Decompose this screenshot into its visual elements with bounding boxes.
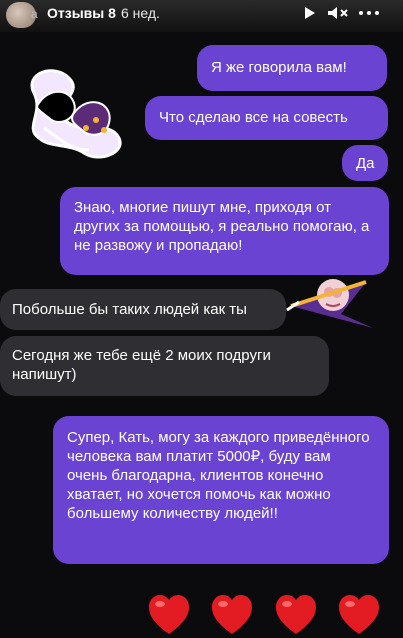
story-time: 6 нед.	[121, 5, 160, 21]
flag-sticker	[286, 279, 373, 328]
message-bubble-6: Сегодня же тебе ещё 2 моих подруги напиш…	[0, 336, 329, 396]
mute-icon[interactable]	[327, 6, 349, 20]
message-text: Да	[356, 155, 375, 172]
message-text: Супер, Кать, могу за каждого приведённог…	[67, 429, 370, 522]
message-bubble-1: Я же говорила вам!	[197, 45, 387, 91]
message-bubble-5: Побольше бы таких людей как ты	[0, 289, 286, 330]
message-text: Я же говорила вам!	[211, 59, 347, 76]
message-text: Сегодня же тебе ещё 2 моих подруги напиш…	[12, 347, 271, 383]
message-bubble-3: Да	[342, 145, 388, 181]
message-text: Что сделаю все на совесть	[159, 109, 348, 126]
more-icon[interactable]	[358, 6, 380, 20]
play-icon[interactable]	[304, 6, 316, 20]
heart-icon	[276, 595, 316, 634]
story-header: a Отзывы 8 6 нед.	[0, 0, 403, 32]
message-bubble-7: Супер, Кать, могу за каждого приведённог…	[53, 416, 389, 564]
heart-icon	[339, 595, 379, 634]
message-text: Знаю, многие пишут мне, приходя от други…	[74, 199, 370, 254]
message-bubble-4: Знаю, многие пишут мне, приходя от други…	[60, 187, 389, 275]
avatar-text: a	[31, 7, 38, 21]
hearts-row	[145, 588, 395, 638]
heart-icon	[149, 595, 189, 634]
heart-icon	[212, 595, 252, 634]
story-title[interactable]: Отзывы 8	[47, 5, 116, 21]
pretzel-sticker	[30, 69, 122, 159]
message-bubble-2: Что сделаю все на совесть	[145, 96, 388, 140]
message-text: Побольше бы таких людей как ты	[12, 301, 247, 318]
